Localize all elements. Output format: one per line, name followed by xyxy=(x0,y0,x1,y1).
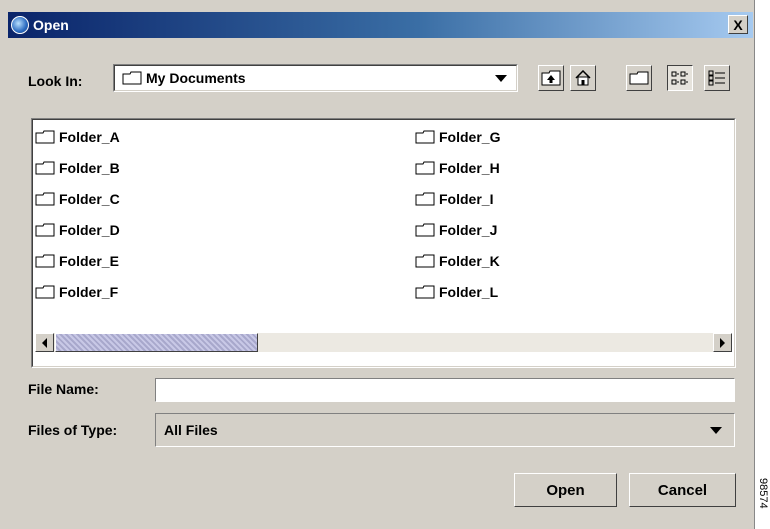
list-item-label: Folder_C xyxy=(59,191,120,207)
up-one-level-icon xyxy=(541,70,561,86)
list-item[interactable]: Folder_I xyxy=(415,191,493,207)
folder-icon xyxy=(35,223,55,237)
look-in-value: My Documents xyxy=(114,70,246,86)
list-item[interactable]: Folder_A xyxy=(35,129,120,145)
list-item-label: Folder_A xyxy=(59,129,120,145)
list-view-icon xyxy=(671,71,688,85)
list-item[interactable]: Folder_L xyxy=(415,284,498,300)
file-list[interactable]: Folder_A Folder_B Folder_C Folder_D Fold… xyxy=(31,118,736,368)
folder-icon xyxy=(415,285,435,299)
folder-icon xyxy=(35,192,55,206)
folder-icon xyxy=(415,223,435,237)
details-view-button[interactable] xyxy=(704,65,730,91)
scroll-right-button[interactable] xyxy=(713,333,732,352)
scrollbar-thumb[interactable] xyxy=(55,333,258,352)
folder-icon xyxy=(415,254,435,268)
file-type-label: Files of Type: xyxy=(28,422,118,438)
file-name-label: File Name: xyxy=(28,381,99,397)
folder-icon xyxy=(122,71,142,85)
arrow-right-icon xyxy=(720,337,725,348)
new-folder-button[interactable] xyxy=(626,65,652,91)
folder-icon xyxy=(35,130,55,144)
list-item-label: Folder_E xyxy=(59,253,119,269)
chevron-down-icon[interactable] xyxy=(495,75,507,82)
file-type-value: All Files xyxy=(164,422,218,438)
list-item-label: Folder_G xyxy=(439,129,501,145)
details-view-icon xyxy=(708,70,725,86)
list-view-button[interactable] xyxy=(667,65,693,91)
cancel-button[interactable]: Cancel xyxy=(629,473,736,507)
folder-icon xyxy=(35,285,55,299)
home-icon xyxy=(575,70,591,86)
file-name-input[interactable] xyxy=(155,378,735,402)
java-app-icon xyxy=(11,16,29,34)
list-item[interactable]: Folder_D xyxy=(35,222,120,238)
list-item[interactable]: Folder_F xyxy=(35,284,118,300)
horizontal-scrollbar[interactable] xyxy=(35,333,732,352)
list-item-label: Folder_J xyxy=(439,222,498,238)
up-one-level-button[interactable] xyxy=(538,65,564,91)
list-item-label: Folder_I xyxy=(439,191,494,207)
figure-id-mark: 98574 xyxy=(757,478,769,509)
list-item-label: Folder_H xyxy=(439,160,500,176)
folder-icon xyxy=(415,192,435,206)
list-item[interactable]: Folder_C xyxy=(35,191,120,207)
list-item[interactable]: Folder_G xyxy=(415,129,500,145)
list-item[interactable]: Folder_K xyxy=(415,253,500,269)
new-folder-icon xyxy=(629,71,649,85)
folder-icon xyxy=(415,161,435,175)
open-button[interactable]: Open xyxy=(514,473,617,507)
file-type-combo[interactable]: All Files xyxy=(155,413,735,447)
scroll-left-button[interactable] xyxy=(35,333,54,352)
list-item-label: Folder_D xyxy=(59,222,120,238)
folder-icon xyxy=(35,254,55,268)
list-item-label: Folder_F xyxy=(59,284,119,300)
list-item-label: Folder_K xyxy=(439,253,500,269)
arrow-left-icon xyxy=(42,337,47,348)
folder-icon xyxy=(415,130,435,144)
list-item[interactable]: Folder_J xyxy=(415,222,497,238)
look-in-combo[interactable]: My Documents xyxy=(113,64,518,92)
dialog-title: Open xyxy=(33,17,69,33)
chevron-down-icon[interactable] xyxy=(710,427,722,434)
look-in-text: My Documents xyxy=(146,70,246,86)
list-item[interactable]: Folder_E xyxy=(35,253,119,269)
title-bar[interactable]: Open X xyxy=(8,12,753,38)
list-item[interactable]: Folder_B xyxy=(35,160,120,176)
open-dialog: Open X Look In: My Documents Folder_A Fo… xyxy=(0,0,755,529)
home-button[interactable] xyxy=(570,65,596,91)
look-in-label: Look In: xyxy=(28,73,83,89)
list-item[interactable]: Folder_H xyxy=(415,160,500,176)
list-item-label: Folder_L xyxy=(439,284,499,300)
close-button[interactable]: X xyxy=(728,15,748,34)
folder-icon xyxy=(35,161,55,175)
list-item-label: Folder_B xyxy=(59,160,120,176)
